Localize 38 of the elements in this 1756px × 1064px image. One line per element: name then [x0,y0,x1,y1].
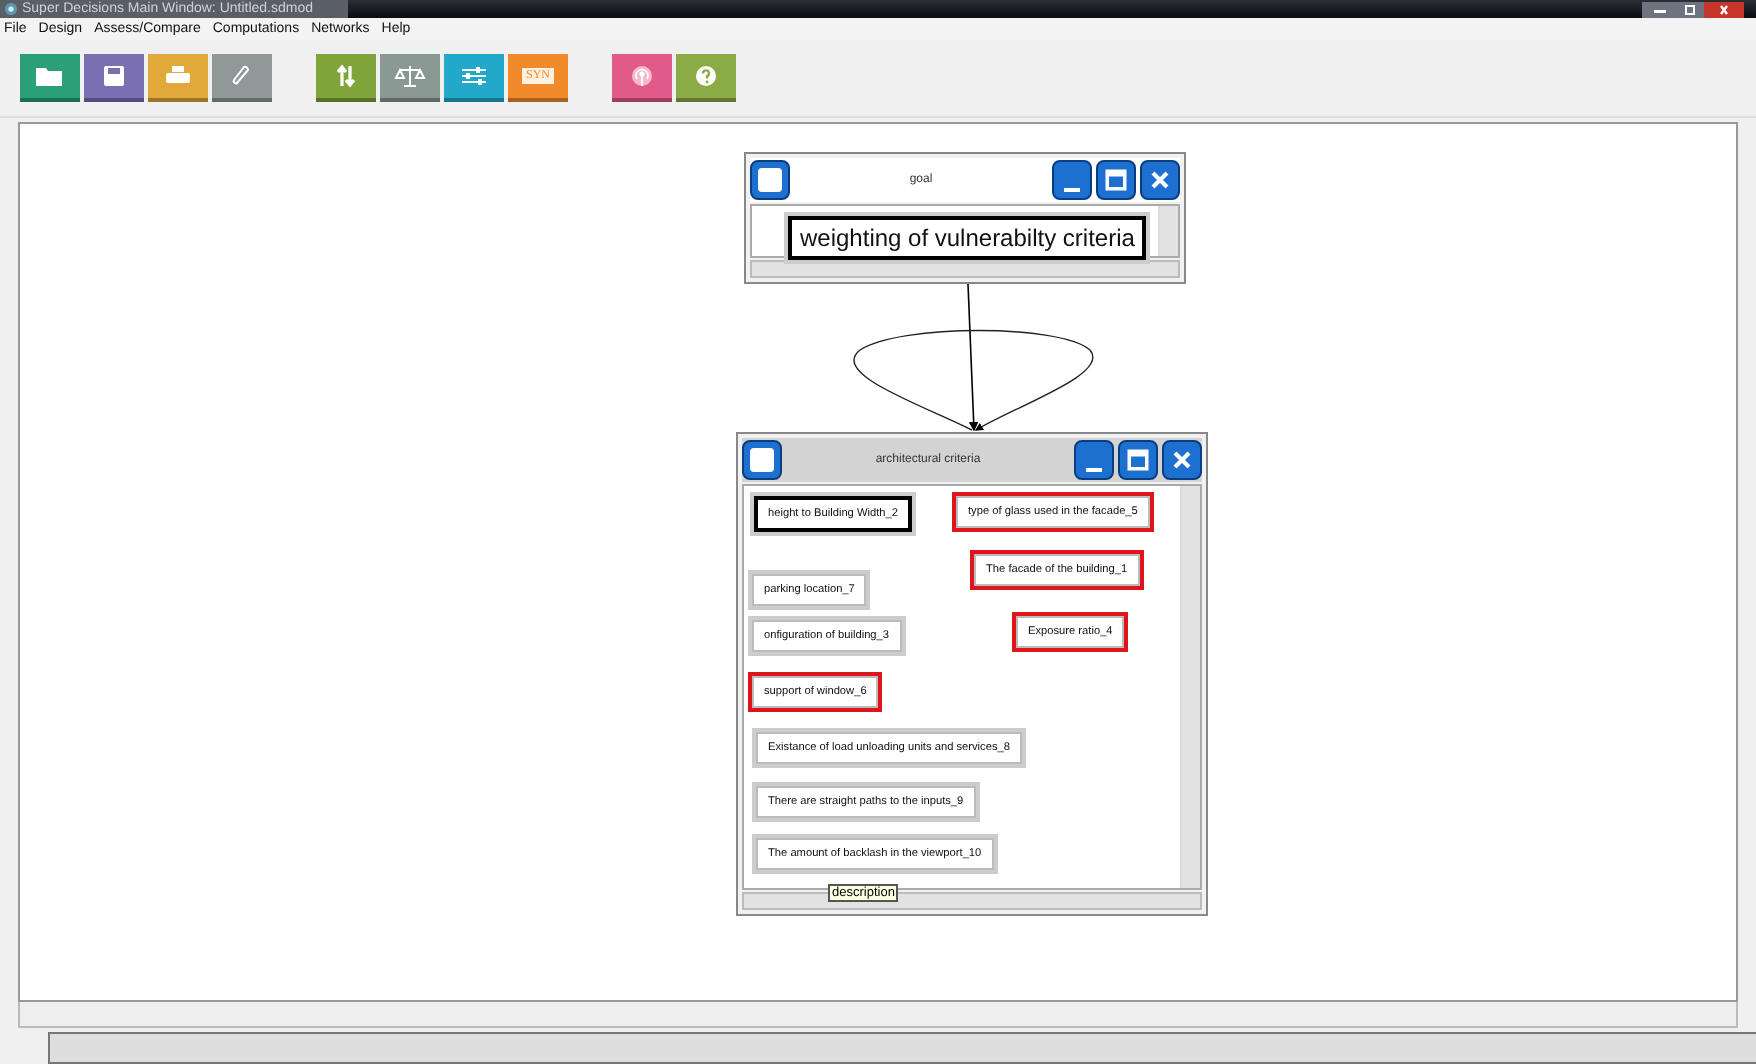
close-icon [1146,166,1174,194]
sliders-icon [458,64,490,88]
clip-button[interactable] [212,54,272,102]
folder-icon [34,64,66,88]
minimize-icon [1064,188,1080,192]
folder-button[interactable] [20,54,80,102]
minimize-icon [1086,468,1102,472]
minimize-button[interactable] [1642,1,1676,17]
balance-scale-icon [394,64,426,88]
minimize-button[interactable] [1052,160,1092,200]
window-menu-button[interactable] [750,160,790,200]
minimize-button[interactable] [1074,440,1114,480]
window-menu-button[interactable] [742,440,782,480]
close-icon [1168,446,1196,474]
arrows-button[interactable] [316,54,376,102]
close-button[interactable] [1704,1,1744,17]
broadcast-icon [626,64,658,88]
maximize-button[interactable] [1096,160,1136,200]
scale-button[interactable] [380,54,440,102]
maximize-icon [1124,446,1152,474]
app-icon [4,2,18,16]
help-button[interactable] [676,54,736,102]
vertical-scrollbar[interactable] [1180,486,1200,888]
close-icon [1714,3,1734,15]
question-mark-icon [690,64,722,88]
node-button[interactable]: weighting of vulnerabilty criteria [788,216,1147,260]
podcast-button[interactable] [612,54,672,102]
sliders-button[interactable] [444,54,504,102]
horizontal-scrollbar[interactable] [18,1002,1738,1028]
save-button[interactable] [84,54,144,102]
maximize-button[interactable] [1118,440,1158,480]
close-button[interactable] [1140,160,1180,200]
maximize-button[interactable] [1676,1,1704,17]
print-button[interactable] [148,54,208,102]
maximize-icon [1102,166,1130,194]
printer-icon [162,64,194,88]
vertical-scrollbar[interactable] [1158,206,1178,256]
close-button[interactable] [1162,440,1202,480]
